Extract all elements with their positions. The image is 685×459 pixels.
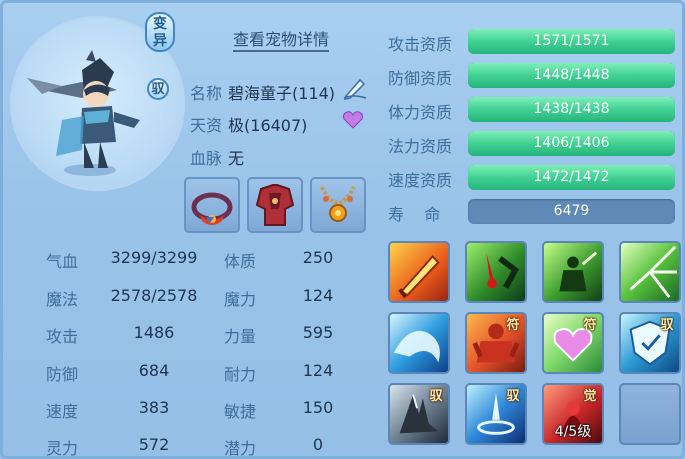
pet-name-row: 名称 碧海童子(114) (190, 80, 335, 104)
qualification-value: 1472/1472 (533, 169, 610, 185)
bloodline-value: 无 (228, 149, 245, 168)
qualification-bar: 1571/1571 (468, 29, 675, 54)
green-burst-skill-icon (629, 245, 678, 299)
shadow-warrior-skill-icon (559, 251, 598, 292)
skill-level: 4/5级 (554, 424, 592, 440)
skill-tag: 驭 (506, 389, 520, 404)
qualification-bar: 1406/1406 (468, 131, 675, 156)
skill-slot[interactable]: 符 (542, 312, 604, 374)
stat-value: 3299/3299 (110, 248, 198, 267)
attribute-value: 250 (302, 248, 334, 267)
stat-label: 魔法 (46, 290, 79, 309)
skill-slot[interactable]: 驭 (619, 312, 681, 374)
skill-tag: 驭 (660, 318, 674, 333)
flame-sword-skill-icon (398, 255, 440, 299)
attribute-value: 124 (302, 361, 334, 380)
stat-label: 攻击 (46, 327, 79, 346)
skill-slot[interactable] (619, 383, 681, 445)
aptitude-value: 极(16407) (228, 116, 308, 135)
rename-pen-icon[interactable] (342, 76, 368, 100)
stat-value: 1486 (133, 323, 175, 342)
qualification-label: 法力资质 (388, 137, 453, 156)
stat-value: 383 (138, 398, 170, 417)
stat-label: 防御 (46, 365, 79, 384)
qualification-label: 防御资质 (388, 69, 453, 88)
attribute-label: 体质 (224, 252, 257, 271)
ride-badge: 驭 (147, 78, 169, 100)
qualification-value: 1448/1448 (533, 67, 610, 83)
stat-label: 速度 (46, 402, 79, 421)
bloodline-row: 血脉无 (190, 145, 244, 169)
skill-slot[interactable] (542, 241, 604, 303)
stat-label: 气血 (46, 252, 79, 271)
qualification-bar: 1438/1438 (468, 97, 675, 122)
collar-icon (191, 192, 233, 225)
water-wave-skill-icon (393, 330, 440, 363)
pet-name-value: 碧海童子(114) (228, 84, 336, 103)
empty-slot (621, 385, 679, 443)
variant-badge: 变异 (145, 12, 175, 52)
life-value: 6479 (553, 203, 590, 219)
blood-strike-skill-icon (486, 252, 520, 289)
stat-label: 灵力 (46, 439, 79, 458)
qualification-label: 速度资质 (388, 171, 453, 190)
skill-slot[interactable] (619, 241, 681, 303)
qualification-value: 1438/1438 (533, 101, 610, 117)
heart-icon[interactable] (342, 110, 364, 130)
skill-tag: 符 (583, 318, 597, 333)
qualification-bar: 1472/1472 (468, 165, 675, 190)
attribute-value: 595 (302, 323, 334, 342)
attribute-value: 150 (302, 398, 334, 417)
armor-icon (255, 184, 295, 226)
skill-tag: 觉 (583, 389, 597, 404)
pet-avatar-icon (27, 50, 140, 176)
attribute-value: 124 (302, 286, 334, 305)
attribute-value: 0 (312, 435, 324, 454)
attribute-label: 耐力 (224, 365, 257, 384)
attribute-label: 潜力 (224, 439, 257, 458)
equip-slot-1[interactable] (184, 177, 240, 233)
skill-tag: 符 (506, 318, 520, 333)
attribute-label: 魔力 (224, 290, 257, 309)
name-label: 名称 (190, 84, 223, 103)
attribute-label: 敏捷 (224, 402, 257, 421)
stat-value: 684 (138, 361, 170, 380)
view-pet-details-link[interactable]: 查看宠物详情 (233, 30, 330, 52)
skill-slot[interactable] (388, 241, 450, 303)
skill-slot[interactable] (388, 312, 450, 374)
stat-value: 572 (138, 435, 170, 454)
qualification-value: 1406/1406 (533, 135, 610, 151)
aptitude-row: 天资 极(16407) (190, 112, 307, 136)
equip-slot-2[interactable] (247, 177, 303, 233)
qualification-bar: 1448/1448 (468, 63, 675, 88)
qualification-value: 1571/1571 (533, 33, 610, 49)
pet-info-panel: 变异 驭 查看宠物详情 名称碧海童子(114) 天资极(16407) 血脉无 (0, 0, 685, 459)
life-bar: 6479 (468, 199, 675, 224)
skill-tag: 驭 (429, 389, 443, 404)
necklace-icon (320, 186, 356, 222)
qualification-label: 攻击资质 (388, 35, 453, 54)
skill-slot[interactable]: 驭 (388, 383, 450, 445)
equip-slot-3[interactable] (310, 177, 366, 233)
stat-value: 2578/2578 (110, 286, 198, 305)
skill-slot[interactable]: 符 (465, 312, 527, 374)
aptitude-label: 天资 (190, 116, 223, 135)
qualification-label: 体力资质 (388, 103, 453, 122)
life-label: 寿 命 (388, 205, 441, 224)
attribute-label: 力量 (224, 327, 257, 346)
bloodline-label: 血脉 (190, 149, 223, 168)
skill-slot[interactable] (465, 241, 527, 303)
skill-slot[interactable]: 觉 4/5级 (542, 383, 604, 445)
skill-slot[interactable]: 驭 (465, 383, 527, 445)
